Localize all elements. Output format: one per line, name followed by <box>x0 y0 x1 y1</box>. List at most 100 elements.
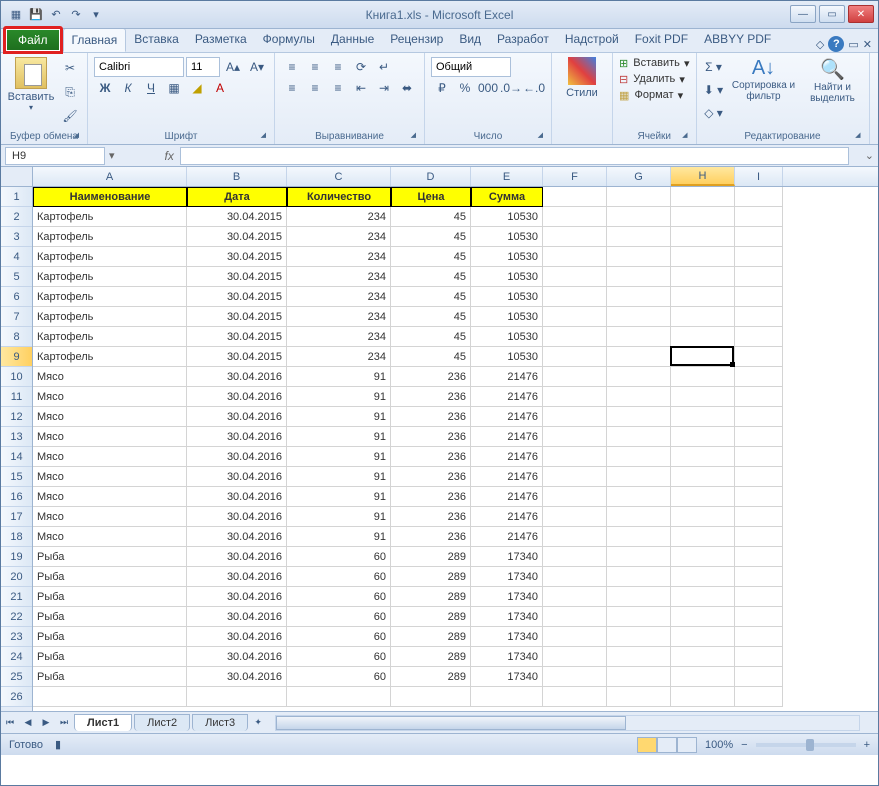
cell[interactable] <box>735 587 783 607</box>
cell[interactable] <box>543 487 607 507</box>
bold-icon[interactable]: Ж <box>94 78 116 98</box>
cell[interactable]: 17340 <box>471 587 543 607</box>
delete-cells-button[interactable]: ⊟ Удалить ▾ <box>619 73 685 86</box>
cell[interactable] <box>607 247 671 267</box>
cell[interactable] <box>671 387 735 407</box>
align-middle-icon[interactable]: ≡ <box>304 57 326 77</box>
cell[interactable]: Картофель <box>33 307 187 327</box>
tab-надстрой[interactable]: Надстрой <box>557 28 627 52</box>
cell[interactable] <box>735 427 783 447</box>
cell[interactable] <box>671 547 735 567</box>
tab-рецензир[interactable]: Рецензир <box>382 28 451 52</box>
increase-font-icon[interactable]: A▴ <box>222 57 244 77</box>
cell[interactable] <box>735 327 783 347</box>
cell[interactable] <box>607 327 671 347</box>
cell[interactable]: 91 <box>287 407 391 427</box>
cell[interactable]: 91 <box>287 447 391 467</box>
cell[interactable] <box>543 387 607 407</box>
cell[interactable] <box>607 367 671 387</box>
undo-icon[interactable]: ↶ <box>47 6 65 24</box>
tab-разработ[interactable]: Разработ <box>489 28 557 52</box>
column-header[interactable]: A <box>33 167 187 186</box>
cell[interactable] <box>607 207 671 227</box>
sheet-tab[interactable]: Лист1 <box>74 714 132 731</box>
cell[interactable] <box>671 667 735 687</box>
first-sheet-icon[interactable]: ⏮ <box>1 714 19 732</box>
cell[interactable]: 91 <box>287 507 391 527</box>
cell[interactable]: Рыба <box>33 587 187 607</box>
cell[interactable] <box>543 327 607 347</box>
cell[interactable]: 30.04.2016 <box>187 547 287 567</box>
decrease-decimal-icon[interactable]: ←.0 <box>523 78 545 98</box>
cell[interactable] <box>735 227 783 247</box>
cell[interactable]: 60 <box>287 607 391 627</box>
tab-главная[interactable]: Главная <box>63 28 127 52</box>
cell[interactable] <box>671 187 735 207</box>
cell[interactable]: Рыба <box>33 567 187 587</box>
cell[interactable]: 30.04.2016 <box>187 607 287 627</box>
cell[interactable]: 17340 <box>471 627 543 647</box>
cell[interactable] <box>33 687 187 707</box>
wrap-text-icon[interactable]: ↵ <box>373 57 395 77</box>
row-header[interactable]: 10 <box>1 367 32 387</box>
cell[interactable]: Картофель <box>33 207 187 227</box>
cell[interactable]: Рыба <box>33 547 187 567</box>
cell[interactable]: 10530 <box>471 287 543 307</box>
cell[interactable] <box>671 527 735 547</box>
cell[interactable]: 10530 <box>471 327 543 347</box>
cell[interactable] <box>543 687 607 707</box>
cell[interactable] <box>607 347 671 367</box>
find-select-button[interactable]: 🔍 Найти и выделить <box>803 57 863 104</box>
cell[interactable]: 21476 <box>471 487 543 507</box>
tab-вставка[interactable]: Вставка <box>126 28 187 52</box>
paste-button[interactable]: Вставить ▾ <box>7 57 55 112</box>
cell[interactable] <box>607 267 671 287</box>
cell[interactable] <box>543 367 607 387</box>
cell[interactable]: 45 <box>391 307 471 327</box>
cell[interactable] <box>607 227 671 247</box>
cell[interactable]: 30.04.2015 <box>187 267 287 287</box>
cell[interactable]: 234 <box>287 267 391 287</box>
insert-cells-button[interactable]: ⊞ Вставить ▾ <box>619 57 690 70</box>
increase-decimal-icon[interactable]: .0→ <box>500 78 522 98</box>
name-box[interactable]: H9 <box>5 147 105 165</box>
new-sheet-icon[interactable]: ✦ <box>249 714 267 732</box>
column-header[interactable]: G <box>607 167 671 186</box>
cell[interactable] <box>735 267 783 287</box>
cell[interactable] <box>735 627 783 647</box>
cell[interactable]: 30.04.2015 <box>187 247 287 267</box>
cell[interactable] <box>607 487 671 507</box>
cell[interactable]: Мясо <box>33 507 187 527</box>
cell[interactable]: Мясо <box>33 427 187 447</box>
column-header[interactable]: E <box>471 167 543 186</box>
fill-icon[interactable]: ⬇ ▾ <box>703 80 725 100</box>
column-header[interactable]: D <box>391 167 471 186</box>
cell[interactable] <box>671 567 735 587</box>
formula-bar[interactable] <box>180 147 849 165</box>
name-box-dropdown-icon[interactable]: ▾ <box>105 149 119 162</box>
cell[interactable]: 30.04.2016 <box>187 667 287 687</box>
cell[interactable]: 236 <box>391 367 471 387</box>
cell[interactable]: 289 <box>391 607 471 627</box>
cell[interactable] <box>671 627 735 647</box>
number-format-select[interactable] <box>431 57 511 77</box>
align-right-icon[interactable]: ≡ <box>327 78 349 98</box>
align-top-icon[interactable]: ≡ <box>281 57 303 77</box>
cell[interactable]: Картофель <box>33 327 187 347</box>
sheet-tab[interactable]: Лист2 <box>134 714 190 731</box>
cell[interactable]: 30.04.2015 <box>187 227 287 247</box>
cell[interactable]: 21476 <box>471 467 543 487</box>
next-sheet-icon[interactable]: ▶ <box>37 714 55 732</box>
row-header[interactable]: 8 <box>1 327 32 347</box>
row-header[interactable]: 17 <box>1 507 32 527</box>
horizontal-scrollbar[interactable] <box>275 715 860 731</box>
align-bottom-icon[interactable]: ≡ <box>327 57 349 77</box>
cell[interactable]: 45 <box>391 347 471 367</box>
decrease-indent-icon[interactable]: ⇤ <box>350 78 372 98</box>
cell[interactable] <box>607 647 671 667</box>
align-left-icon[interactable]: ≡ <box>281 78 303 98</box>
cell[interactable]: 91 <box>287 367 391 387</box>
fill-color-icon[interactable]: ◢ <box>186 78 208 98</box>
row-header[interactable]: 6 <box>1 287 32 307</box>
row-header[interactable]: 15 <box>1 467 32 487</box>
